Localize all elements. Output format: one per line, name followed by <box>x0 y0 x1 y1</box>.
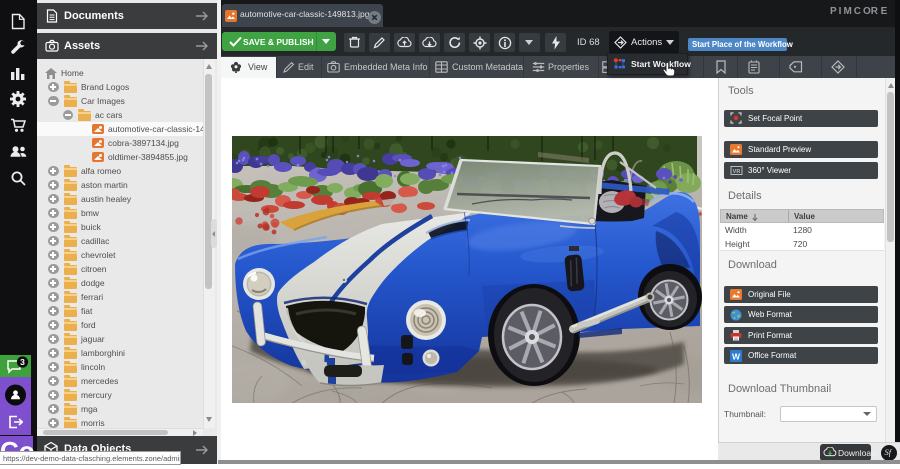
svg-text:3: 3 <box>20 357 25 367</box>
svg-text:W: W <box>732 351 741 361</box>
svg-text:VR: VR <box>733 168 741 174</box>
